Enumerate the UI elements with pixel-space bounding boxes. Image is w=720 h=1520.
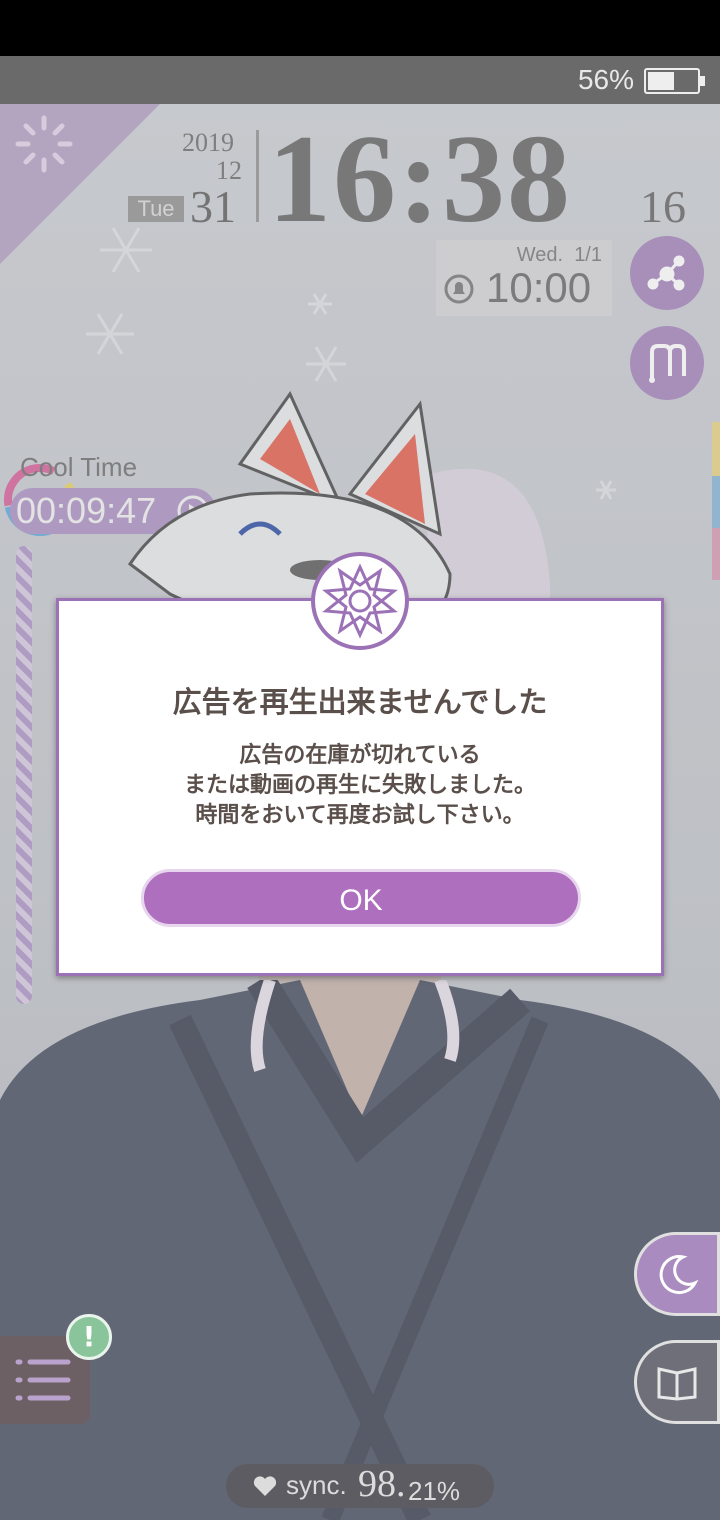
battery-icon	[644, 68, 705, 94]
sync-value: 98.	[358, 1463, 406, 1505]
dialog-message: 広告の在庫が切れている または動画の再生に失敗しました。 時間をおいて再度お試し…	[59, 741, 661, 831]
alert-icon[interactable]: !	[66, 1314, 112, 1360]
night-mode-button[interactable]	[634, 1232, 720, 1316]
app-screen: 56% 2019 12 Tue 31 16:38 16 Wed. 1/1 10:…	[0, 0, 720, 1520]
dialog-message-line: 広告の在庫が切れている	[239, 743, 481, 768]
dialog-title: 広告を再生出来ませんでした	[172, 685, 548, 719]
dialog-message-line: 時間をおいて再度お試し下さい。	[195, 803, 525, 828]
book-icon	[657, 1367, 697, 1401]
sync-decimal: 21%	[408, 1476, 461, 1506]
ok-button[interactable]: OK	[141, 869, 581, 927]
status-bar: 56%	[0, 56, 720, 104]
moon-icon	[659, 1255, 699, 1295]
dialog-message-line: または動画の再生に失敗しました。	[183, 773, 536, 798]
top-black-bar	[0, 0, 720, 56]
book-button[interactable]	[634, 1340, 720, 1424]
ad-error-dialog: 広告を再生出来ませんでした 広告の在庫が切れている または動画の再生に失敗しまし…	[56, 598, 664, 976]
sync-label: sync.	[286, 1470, 347, 1500]
battery-percent: 56%	[577, 64, 634, 95]
heart-icon	[253, 1476, 277, 1496]
emblem-icon	[311, 552, 409, 650]
menu-list-icon	[15, 1359, 71, 1401]
